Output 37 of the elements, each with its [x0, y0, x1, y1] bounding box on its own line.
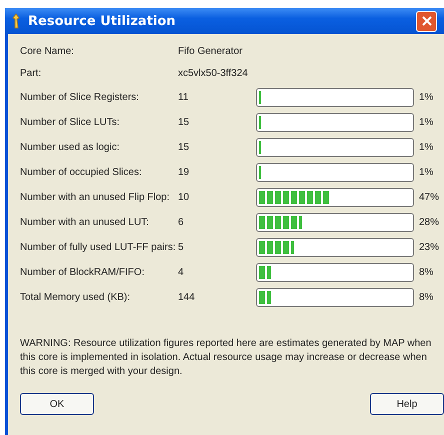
dialog-button[interactable]: OK	[20, 393, 94, 415]
warning-text: WARNING: Resource utilization figures reported here are estimates generated by MAP when this core is implemented in isolation. Actual resource usage may increase or decrease when this core is merged with your design.	[20, 337, 432, 379]
resource-count: 6	[178, 216, 185, 230]
percent-label: 1%	[418, 142, 434, 153]
dialog-button[interactable]: Help	[370, 393, 444, 415]
percent-label: 1%	[418, 92, 434, 103]
percent-label: 8%	[418, 292, 434, 303]
percent-label: 23%	[418, 242, 440, 253]
window-title: Resource Utilization	[28, 14, 177, 28]
resource-count: 15	[178, 140, 190, 154]
percent-label: 47%	[418, 192, 440, 203]
resource-label: Number with an unused Flip Flop:	[20, 190, 171, 204]
percent-label: 28%	[418, 217, 440, 228]
percent-label: 8%	[418, 267, 434, 278]
field-label: Part:	[20, 67, 42, 81]
resource-label: Number of fully used LUT-FF pairs:	[20, 240, 177, 254]
percent-label: 1%	[418, 167, 434, 178]
resource-label: Total Memory used (KB):	[20, 290, 132, 304]
resource-count: 19	[178, 166, 190, 180]
resource-label: Number used as logic:	[20, 140, 120, 154]
resource-label: Number of Slice Registers:	[20, 90, 140, 104]
resource-label: Number of occupied Slices:	[20, 166, 143, 180]
close-icon	[422, 16, 432, 26]
field-label: Core Name:	[20, 45, 75, 59]
resource-count: 5	[178, 240, 185, 254]
percent-label: 1%	[418, 117, 434, 128]
resource-label: Number of BlockRAM/FIFO:	[20, 266, 146, 280]
resource-label: Number with an unused LUT:	[20, 216, 150, 230]
close-button[interactable]	[416, 10, 437, 32]
resource-count: 144	[178, 290, 196, 304]
field-value: xc5vlx50-3ff324	[178, 67, 249, 81]
resource-count: 11	[178, 90, 190, 104]
resource-label: Number of Slice LUTs:	[20, 116, 120, 130]
resource-count: 4	[178, 266, 185, 280]
resource-count: 15	[178, 116, 190, 130]
field-value: Fifo Generator	[178, 45, 244, 59]
resource-count: 10	[178, 190, 190, 204]
